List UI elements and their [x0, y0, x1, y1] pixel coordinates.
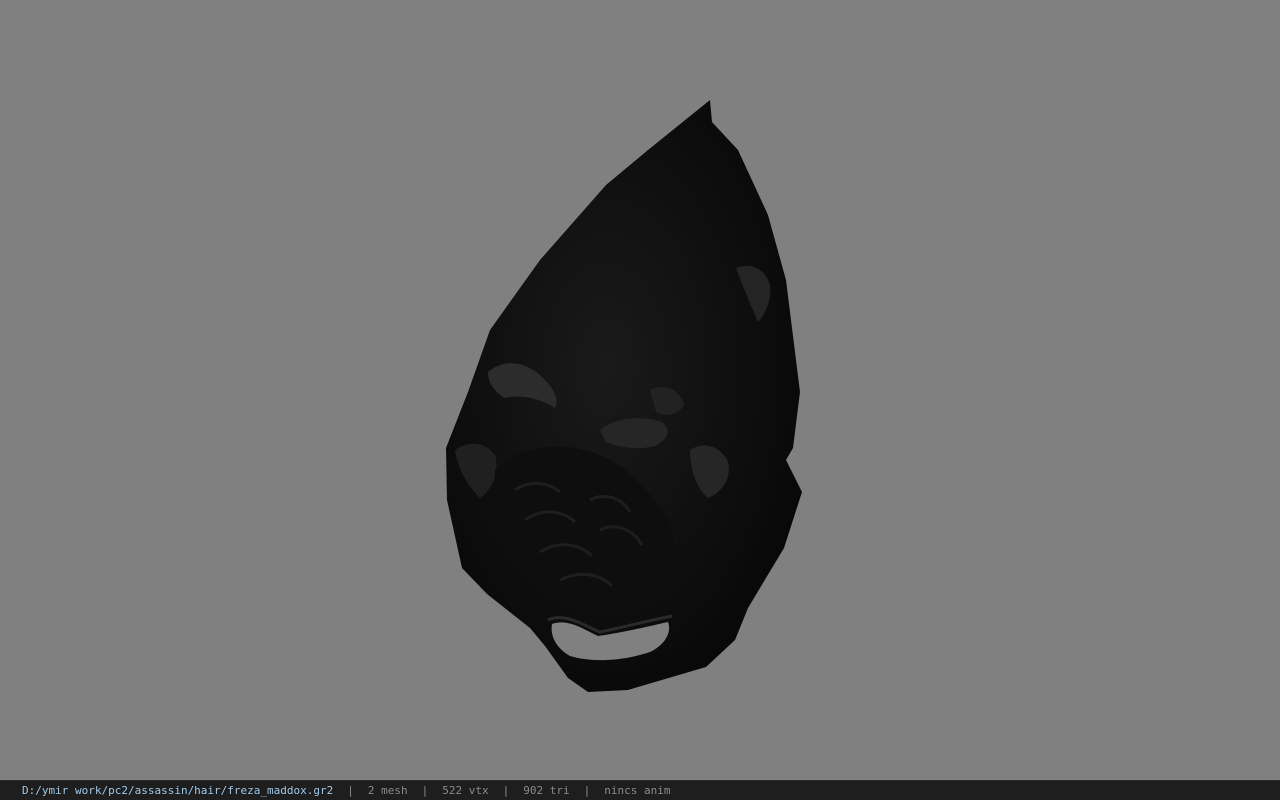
status-separator: | — [347, 784, 354, 797]
animation-status-text: nincs anim — [604, 784, 671, 797]
mesh-count-text: 2 mesh — [367, 784, 408, 797]
triangle-count-text: 902 tri — [523, 784, 570, 797]
file-path-text: D:/ymir work/pc2/assassin/hair/freza_mad… — [22, 784, 334, 797]
status-bar: D:/ymir work/pc2/assassin/hair/freza_mad… — [0, 780, 1280, 800]
status-separator: | — [421, 784, 429, 797]
hair-mesh-model[interactable] — [0, 0, 1280, 780]
status-separator: | — [583, 784, 591, 797]
status-separator: | — [502, 784, 510, 797]
3d-viewport[interactable] — [0, 0, 1280, 780]
vertex-count-text: 522 vtx — [442, 784, 489, 797]
